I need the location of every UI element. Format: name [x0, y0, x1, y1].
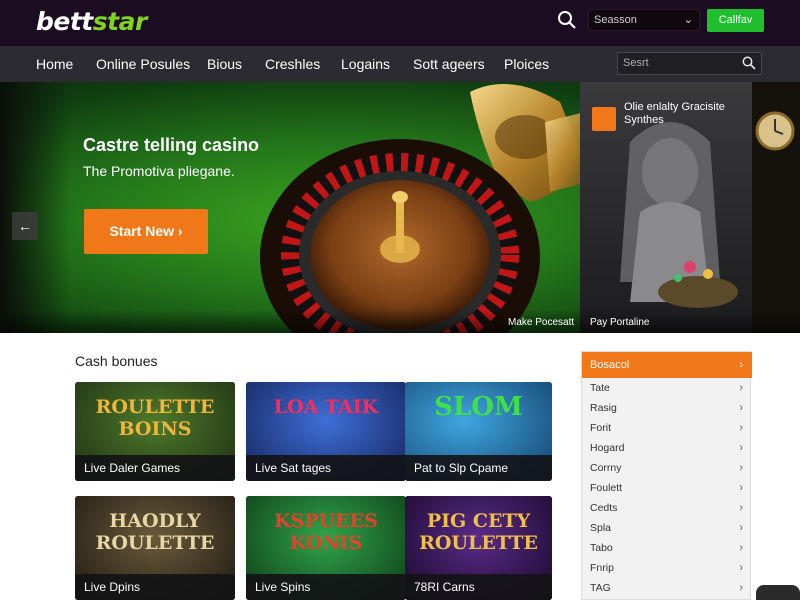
chevron-right-icon: ›: [739, 482, 743, 494]
chevron-right-icon: ›: [739, 502, 743, 514]
section-title: Cash bonues: [75, 353, 158, 369]
header-select[interactable]: Seasson ⌄: [588, 9, 700, 31]
sidebar-item-label: Corrny: [590, 462, 622, 474]
nav-item-home[interactable]: Home: [36, 46, 73, 82]
header-cta-button[interactable]: Callfav: [707, 9, 764, 32]
category-sidebar: Bosacol › Tate › Rasig › Forit › Hogard › Co…: [581, 351, 752, 600]
nav-search-input[interactable]: Sesrt: [617, 52, 762, 75]
hero-banner: Castre telling casino The Promotiva plie…: [0, 82, 800, 333]
sidebar-item[interactable]: Foulett ›: [582, 478, 752, 498]
game-card-label: Live Sat tages: [246, 455, 406, 481]
sidebar-item[interactable]: TAG ›: [582, 578, 752, 598]
chevron-right-icon: ›: [739, 422, 743, 434]
sidebar-header[interactable]: Bosacol ›: [582, 352, 752, 378]
scroll-tab[interactable]: [756, 585, 800, 600]
game-card-art-text: KSPUEES KONIS: [274, 510, 378, 554]
chevron-right-icon: ›: [739, 402, 743, 414]
game-card[interactable]: HAODLY ROULETTE Live Dpins: [75, 496, 235, 600]
sidebar-item-label: Tabo: [590, 542, 613, 554]
sidebar-item[interactable]: Fnrip ›: [582, 558, 752, 578]
sidebar-item-label: Hogard: [590, 442, 625, 454]
nav-item-ploices[interactable]: Ploices: [504, 46, 549, 82]
nav-item-bonus[interactable]: Bious: [207, 46, 242, 82]
hero-shadow: [0, 82, 70, 333]
game-card-art-text: HAODLY ROULETTE: [95, 510, 215, 554]
game-card[interactable]: ROULETTE BOINS Live Daler Games: [75, 382, 235, 481]
carousel-prev-button[interactable]: ←: [12, 212, 38, 240]
pocket-watch-icon: [755, 111, 795, 151]
roulette-wheel-image: [260, 139, 540, 333]
game-card[interactable]: LOA TAIK Live Sat tages: [246, 382, 406, 481]
sidebar-item[interactable]: Tate ›: [582, 378, 752, 398]
sidebar-header-label: Bosacol: [590, 359, 630, 371]
sidebar-item-label: Tate: [590, 382, 610, 394]
hero-title: Castre telling casino: [83, 135, 260, 155]
header-select-value: Seasson: [594, 14, 637, 26]
sidebar-item-label: Spla: [590, 522, 612, 534]
hero-side-promo[interactable]: Olie enlalty Gracisite Synthes: [580, 82, 752, 333]
nav-item-sott-ageers[interactable]: Sott ageers: [413, 46, 485, 82]
chevron-right-icon: ›: [739, 542, 743, 554]
chevron-right-icon: ›: [739, 522, 743, 534]
hero-side-title: Olie enlalty Gracisite Synthes: [624, 101, 725, 126]
game-card-label: 78RI Carns: [405, 574, 552, 600]
game-card[interactable]: SLOM Pat to Slp Cpame: [405, 382, 552, 481]
chevron-right-icon: ›: [739, 462, 743, 474]
sidebar-item[interactable]: Corrny ›: [582, 458, 752, 478]
logo-text-part2: star: [92, 7, 148, 36]
search-icon[interactable]: [742, 56, 756, 70]
chevron-right-icon: ›: [739, 582, 743, 594]
chevron-right-icon: ›: [739, 359, 743, 371]
logo-text-part1: bett: [36, 7, 93, 36]
chevron-down-icon: ⌄: [683, 14, 693, 26]
nav-item-online[interactable]: Online Posules: [96, 46, 190, 82]
sidebar-item[interactable]: Forit ›: [582, 418, 752, 438]
sidebar-item-label: Rasig: [590, 402, 617, 414]
sidebar-item[interactable]: Rasig ›: [582, 398, 752, 418]
game-card-label: Live Dpins: [75, 574, 235, 600]
hero-caption-strip: [0, 310, 800, 333]
sidebar-item[interactable]: Hogard ›: [582, 438, 752, 458]
chevron-right-icon: ›: [739, 442, 743, 454]
sidebar-item-label: Fnrip: [590, 562, 614, 574]
site-logo[interactable]: bettstar: [36, 7, 147, 36]
sidebar-item-label: Cedts: [590, 502, 618, 514]
search-icon[interactable]: [557, 10, 577, 30]
hero-caption-left: Make Pocesatt: [508, 317, 575, 328]
game-card-label: Live Spins: [246, 574, 406, 600]
sidebar-item-label: Forit: [590, 422, 611, 434]
promo-badge-icon: [592, 107, 616, 131]
game-card-label: Pat to Slp Cpame: [405, 455, 552, 481]
sidebar-item-label: TAG: [590, 582, 611, 594]
chevron-right-icon: ›: [739, 562, 743, 574]
game-card[interactable]: PIG CETY ROULETTE 78RI Carns: [405, 496, 552, 600]
hero-subtitle: The Promotiva pliegane.: [83, 163, 235, 179]
sidebar-item-label: Foulett: [590, 482, 623, 494]
game-card-art-text: SLOM: [434, 392, 523, 422]
nav-item-logains[interactable]: Logains: [341, 46, 390, 82]
start-now-button[interactable]: Start New ›: [84, 209, 208, 254]
sidebar-item[interactable]: Spla ›: [582, 518, 752, 538]
top-header: bettstar Seasson ⌄ Callfav: [0, 0, 800, 46]
game-card-art-text: LOA TAIK: [273, 396, 379, 418]
sidebar-item[interactable]: Tabo ›: [582, 538, 752, 558]
sidebar-item[interactable]: Cedts ›: [582, 498, 752, 518]
game-card-art-text: ROULETTE BOINS: [95, 396, 215, 440]
hero-edge: [752, 82, 800, 333]
game-card-label: Live Daler Games: [75, 455, 235, 481]
nav-item-creshles[interactable]: Creshles: [265, 46, 320, 82]
hero-caption-right: Pay Portaline: [590, 317, 650, 328]
chevron-right-icon: ›: [739, 382, 743, 394]
game-card[interactable]: KSPUEES KONIS Live Spins: [246, 496, 406, 600]
game-card-art-text: PIG CETY ROULETTE: [419, 510, 538, 554]
